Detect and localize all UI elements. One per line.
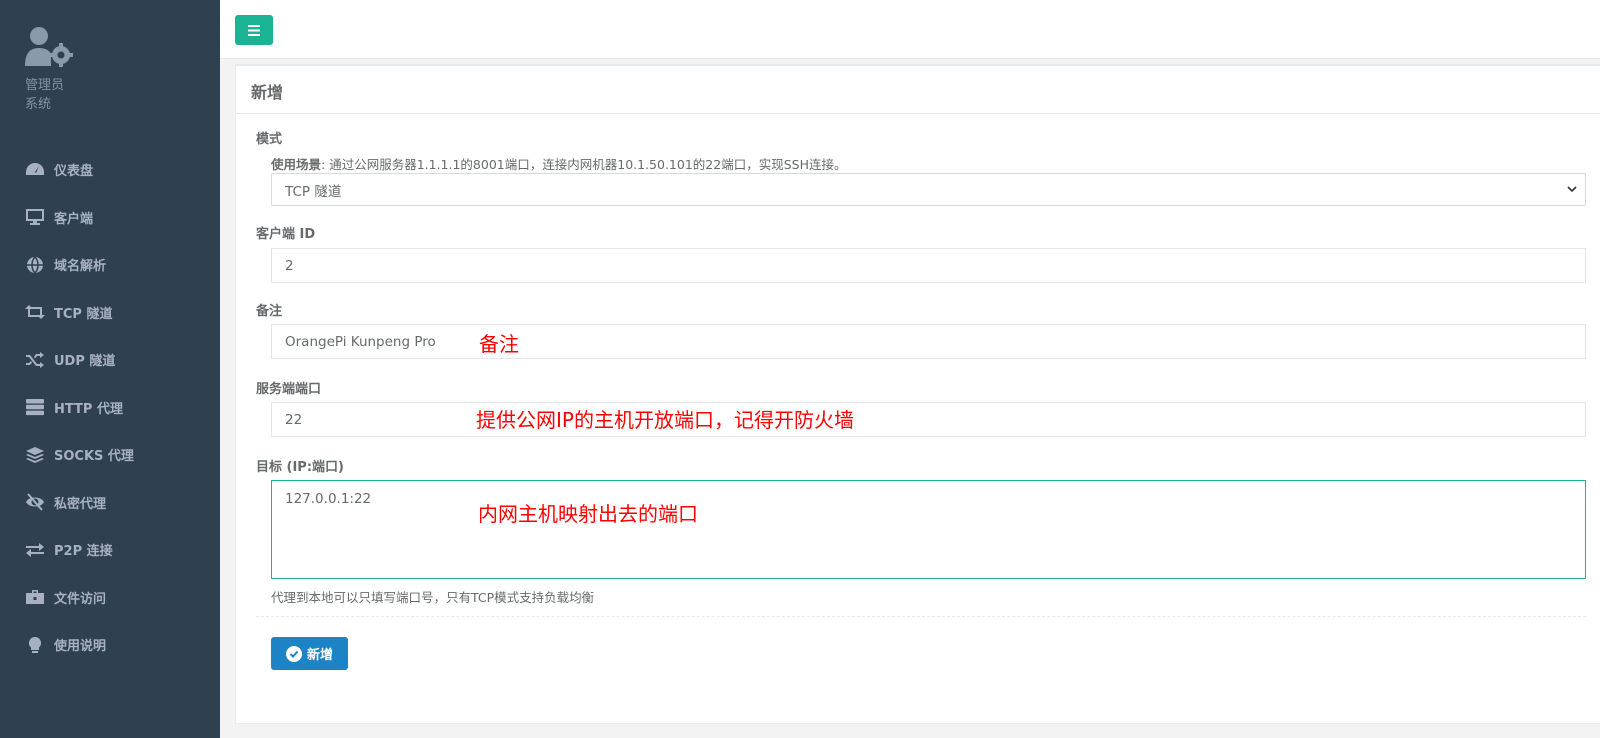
sidebar-item-label: 域名解析 <box>54 259 107 275</box>
mode-select-value: TCP 隧道 <box>285 183 342 200</box>
mode-select[interactable]: TCP 隧道 <box>271 173 1586 206</box>
form-divider <box>256 616 1586 617</box>
monitor-icon <box>24 208 46 226</box>
client-id-value: 2 <box>285 257 294 274</box>
server-icon <box>24 398 46 416</box>
sidebar-item-label: TCP 隧道 <box>54 306 113 322</box>
target-textarea[interactable]: 127.0.0.1:22 <box>271 480 1586 579</box>
sidebar-item-socks[interactable]: SOCKS 代理 <box>0 431 220 479</box>
sidebar-item-label: UDP 隧道 <box>54 354 116 370</box>
sidebar-nav: 仪表盘 客户端 域名解析 TCP 隧道 UDP 隧道 HTTP 代理 SOCKS… <box>0 146 220 669</box>
client-id-label: 客户端 ID <box>256 227 316 242</box>
sidebar-item-udp[interactable]: UDP 隧道 <box>0 336 220 384</box>
briefcase-icon <box>24 588 46 606</box>
profile-role: 系统 <box>25 97 52 112</box>
sidebar-item-files[interactable]: 文件访问 <box>0 574 220 622</box>
remark-annotation: 备注 <box>479 332 519 356</box>
dashboard-icon <box>24 161 46 179</box>
server-port-value: 22 <box>285 411 303 428</box>
lightbulb-icon <box>24 636 46 654</box>
sidebar-item-clients[interactable]: 客户端 <box>0 194 220 242</box>
sidebar-item-help[interactable]: 使用说明 <box>0 621 220 669</box>
exchange-icon <box>24 541 46 559</box>
remark-input[interactable]: OrangePi Kunpeng Pro <box>271 324 1586 359</box>
sidebar-item-tcp[interactable]: TCP 隧道 <box>0 289 220 337</box>
sidebar-item-label: 私密代理 <box>54 496 107 512</box>
target-help: 代理到本地可以只填写端口号，只有TCP模式支持负载均衡 <box>271 590 595 605</box>
panel-title: 新增 <box>236 66 1600 114</box>
sidebar-item-label: 仪表盘 <box>54 164 94 180</box>
eye-slash-icon <box>24 493 46 511</box>
submit-label: 新增 <box>306 648 333 663</box>
remark-value: OrangePi Kunpeng Pro <box>285 333 436 350</box>
target-value: 127.0.0.1:22 <box>285 491 372 507</box>
shuffle-icon <box>24 351 46 369</box>
mode-help: 使用场景: 通过公网服务器1.1.1.1的8001端口，连接内网机器10.1.5… <box>271 154 846 173</box>
sidebar-item-label: P2P 连接 <box>54 544 113 560</box>
profile-name: 管理员 <box>25 78 65 93</box>
check-circle-icon <box>285 645 302 662</box>
server-port-input[interactable]: 22 <box>271 402 1586 437</box>
layers-icon <box>24 446 46 464</box>
hamburger-icon <box>248 24 260 36</box>
sidebar-item-label: HTTP 代理 <box>54 401 123 417</box>
mode-help-text: : 通过公网服务器1.1.1.1的8001端口，连接内网机器10.1.50.10… <box>321 157 847 172</box>
sidebar-item-label: 客户端 <box>54 211 94 227</box>
sidebar-item-label: 文件访问 <box>54 591 107 607</box>
submit-button[interactable]: 新增 <box>271 637 348 670</box>
target-label: 目标 (IP:端口) <box>256 460 344 475</box>
sidebar-item-private[interactable]: 私密代理 <box>0 479 220 527</box>
form-panel: 新增 模式 使用场景: 通过公网服务器1.1.1.1的8001端口，连接内网机器… <box>235 64 1600 724</box>
server-port-annotation: 提供公网IP的主机开放端口，记得开防火墙 <box>476 408 854 432</box>
sidebar-item-domain[interactable]: 域名解析 <box>0 241 220 289</box>
sidebar-item-p2p[interactable]: P2P 连接 <box>0 526 220 574</box>
sidebar: 管理员 系统 仪表盘 客户端 域名解析 TCP 隧道 UDP 隧道 HTTP 代… <box>0 0 220 738</box>
globe-icon <box>24 256 46 274</box>
top-bar <box>220 0 1600 59</box>
chevron-down-icon <box>1567 186 1577 193</box>
sidebar-item-label: 使用说明 <box>54 639 107 655</box>
sidebar-item-dashboard[interactable]: 仪表盘 <box>0 146 220 194</box>
profile: 管理员 系统 <box>25 26 75 114</box>
sidebar-item-label: SOCKS 代理 <box>54 449 134 465</box>
menu-toggle-button[interactable] <box>235 15 273 45</box>
server-port-label: 服务端端口 <box>256 382 322 397</box>
user-settings-icon[interactable] <box>25 26 75 70</box>
target-annotation: 内网主机映射出去的端口 <box>478 502 698 526</box>
retweet-icon <box>24 303 46 321</box>
client-id-input[interactable]: 2 <box>271 248 1586 283</box>
mode-help-prefix: 使用场景 <box>271 157 322 172</box>
remark-label: 备注 <box>256 304 283 319</box>
mode-label: 模式 <box>256 132 283 147</box>
sidebar-item-http[interactable]: HTTP 代理 <box>0 384 220 432</box>
